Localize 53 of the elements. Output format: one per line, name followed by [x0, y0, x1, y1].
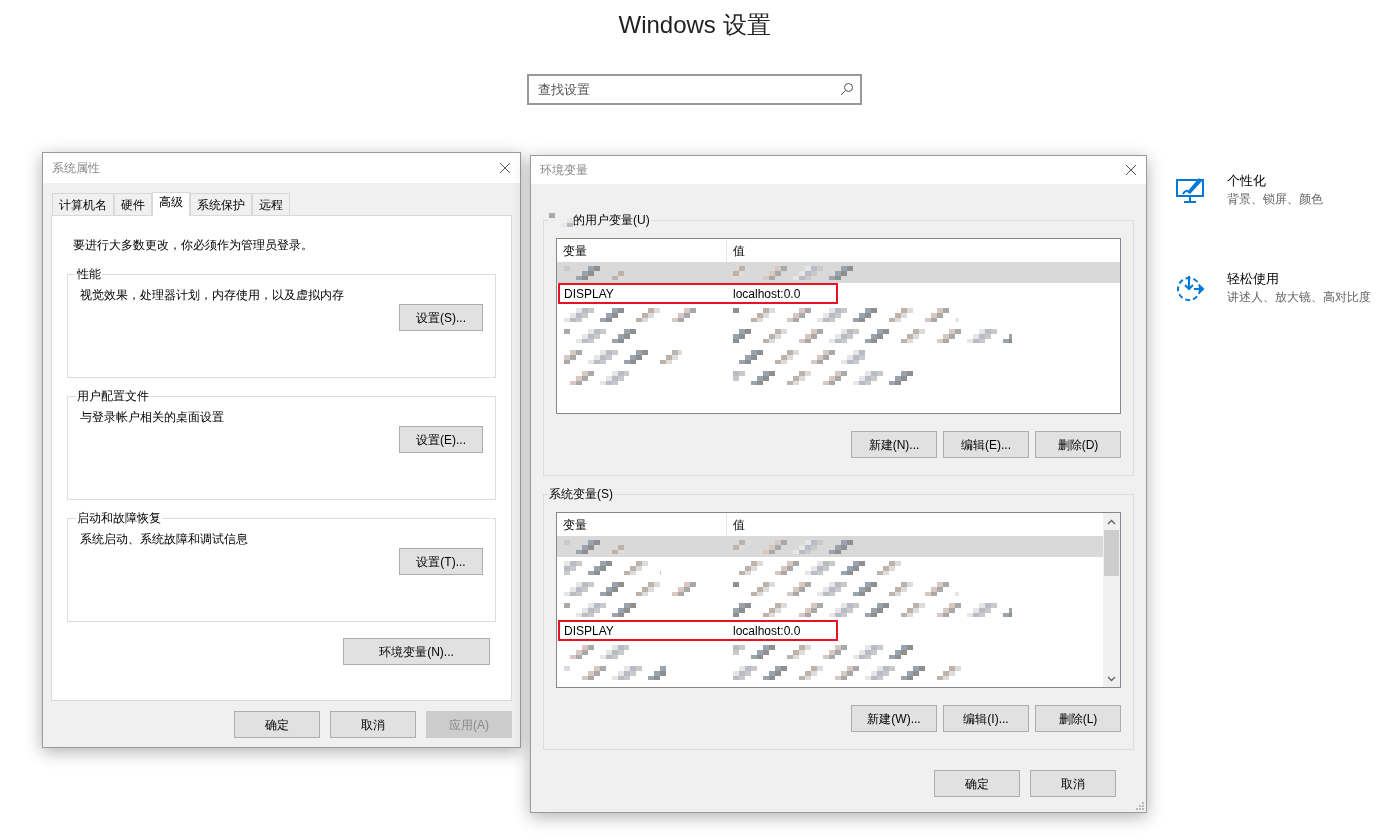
group-title: 性能 — [76, 266, 102, 282]
dialog-button[interactable]: 取消 — [1030, 770, 1116, 797]
close-icon[interactable] — [1125, 164, 1137, 176]
tab[interactable]: 系统保护 — [190, 193, 252, 215]
table-cell-text: localhost:0.0 — [732, 285, 802, 303]
list-button[interactable]: 新建(W)... — [851, 705, 937, 732]
redacted-mosaic — [564, 265, 624, 280]
close-icon[interactable] — [499, 162, 511, 174]
column-header[interactable]: 值 — [727, 240, 1120, 262]
table-cell-text: localhost:0.0 — [732, 622, 802, 640]
list-button[interactable]: 编辑(I)... — [943, 705, 1029, 732]
scroll-thumb[interactable] — [1104, 530, 1119, 576]
category-subtitle: 背景、锁屏、颜色 — [1227, 191, 1323, 208]
redacted-mosaic — [549, 213, 573, 227]
group-title: 的用户变量(U) — [573, 212, 650, 228]
redacted-mosaic — [564, 539, 624, 554]
column-header[interactable]: 值 — [727, 514, 1103, 536]
group-title: 用户配置文件 — [76, 388, 150, 404]
category-title[interactable]: 轻松使用 — [1227, 270, 1371, 288]
page-title: Windows 设置 — [618, 10, 771, 40]
list-row[interactable] — [557, 262, 1120, 283]
tab[interactable]: 远程 — [252, 193, 290, 215]
dialog-button[interactable]: 确定 — [234, 711, 320, 738]
table-cell-text: DISPLAY — [563, 285, 615, 303]
environment-variables-button[interactable]: 环境变量(N)... — [343, 638, 490, 665]
settings-button[interactable]: 设置(E)... — [399, 426, 483, 453]
scrollbar[interactable] — [1103, 513, 1120, 687]
dialog-button[interactable]: 取消 — [330, 711, 416, 738]
tab[interactable]: 高级 — [152, 192, 190, 216]
category-subtitle: 讲述人、放大镜、高对比度 — [1227, 289, 1371, 306]
list-button[interactable]: 新建(N)... — [851, 431, 937, 458]
tab[interactable]: 计算机名 — [52, 193, 114, 215]
search-field[interactable]: 查找设置 — [527, 74, 862, 105]
settings-button[interactable]: 设置(S)... — [399, 304, 483, 331]
dialog-button[interactable]: 确定 — [934, 770, 1020, 797]
settings-button[interactable]: 设置(T)... — [399, 548, 483, 575]
group-description: 与登录帐户相关的桌面设置 — [80, 409, 225, 426]
search-icon[interactable] — [840, 82, 854, 96]
list-button[interactable]: 编辑(E)... — [943, 431, 1029, 458]
category-title[interactable]: 个性化 — [1227, 172, 1323, 190]
list-row[interactable] — [557, 536, 1103, 557]
group-title: 系统变量(S) — [549, 486, 613, 502]
window-title: 系统属性 — [52, 160, 100, 177]
resize-grip-icon[interactable] — [1135, 801, 1144, 810]
group-description: 系统启动、系统故障和调试信息 — [80, 531, 249, 548]
list-button[interactable]: 删除(L) — [1035, 705, 1121, 732]
table-cell-text: DISPLAY — [563, 622, 615, 640]
list-button[interactable]: 删除(D) — [1035, 431, 1121, 458]
notice-text: 要进行大多数更改，你必须作为管理员登录。 — [73, 237, 314, 254]
group-description: 视觉效果，处理器计划，内存使用，以及虚拟内存 — [80, 287, 345, 304]
tab[interactable]: 硬件 — [114, 193, 152, 215]
group-title: 启动和故障恢复 — [76, 510, 162, 526]
window-title: 环境变量 — [540, 162, 588, 179]
